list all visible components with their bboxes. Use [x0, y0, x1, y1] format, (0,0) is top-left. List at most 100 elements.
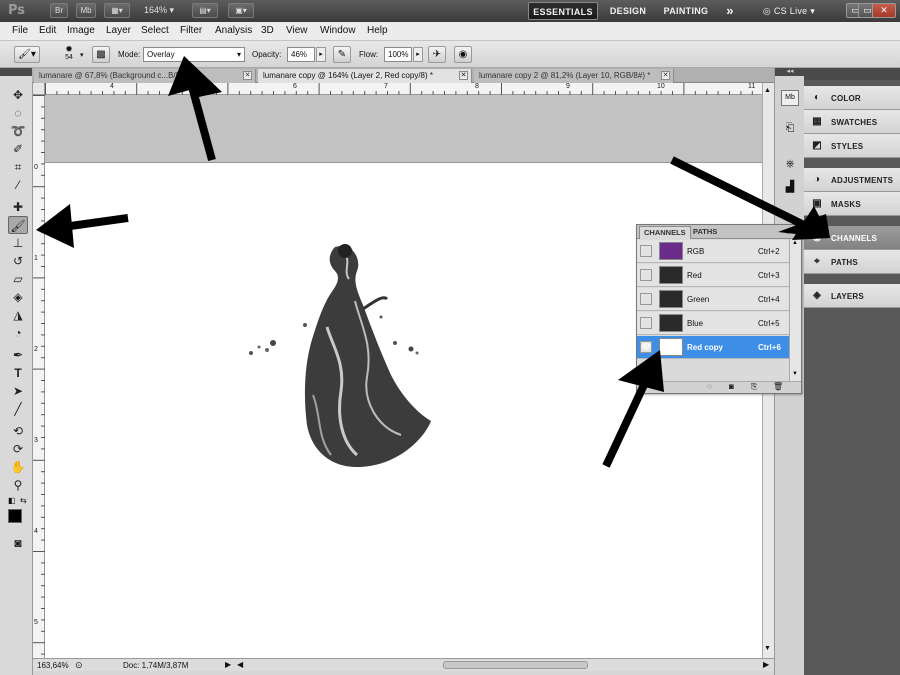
line-tool-icon[interactable]: ╱ — [8, 400, 28, 418]
menu-image[interactable]: Image — [67, 25, 95, 36]
channel-row-green[interactable]: Green Ctrl+4 — [637, 288, 789, 311]
horizontal-ruler[interactable]: 4 5 6 7 8 9 10 11 — [45, 83, 762, 95]
menu-view[interactable]: View — [286, 25, 308, 36]
status-zoom[interactable]: 163,64% — [37, 661, 69, 670]
channel-row-rgb[interactable]: RGB Ctrl+2 — [637, 240, 789, 263]
path-selection-tool-icon[interactable]: ➤ — [8, 382, 28, 400]
tab-paths[interactable]: PATHS — [689, 226, 721, 239]
3d-orbit-tool-icon[interactable]: ⟳ — [8, 440, 28, 458]
dock-styles[interactable]: ◩ STYLES — [804, 134, 900, 158]
delete-channel-icon[interactable]: 🗑 — [773, 382, 783, 391]
scroll-up-icon[interactable]: ▲ — [764, 87, 771, 94]
paint-bucket-tool-icon[interactable]: ◈ — [8, 288, 28, 306]
zoom-tool-icon[interactable]: ⚲ — [8, 476, 28, 494]
view-extras-button[interactable]: ▦▾ — [104, 3, 130, 18]
scroll-left-icon[interactable]: ◀ — [237, 660, 243, 669]
brush-tool-icon[interactable]: 🖌 — [8, 216, 28, 234]
foreground-color-swatch[interactable] — [8, 509, 22, 523]
channel-row-blue[interactable]: Blue Ctrl+5 — [637, 312, 789, 335]
eye-icon[interactable]: 👁 — [640, 341, 652, 353]
load-selection-icon[interactable]: ◌ — [707, 382, 712, 391]
menu-analysis[interactable]: Analysis — [215, 25, 252, 36]
hand-tool-icon[interactable]: ✋ — [8, 458, 28, 476]
vertical-ruler[interactable]: 0 1 2 3 4 5 — [33, 95, 45, 658]
eraser-tool-icon[interactable]: ▱ — [8, 270, 28, 288]
brush-picker-arrow-icon[interactable]: ▾ — [80, 51, 84, 59]
scroll-up-icon[interactable]: ▲ — [792, 240, 798, 246]
visibility-toggle[interactable] — [640, 317, 652, 329]
dock-adjustments[interactable]: ◑ ADJUSTMENTS — [804, 168, 900, 192]
histogram-panel-icon[interactable]: ▟ — [781, 180, 799, 196]
dock-header[interactable] — [804, 68, 900, 80]
quick-mask-icon[interactable]: ◙ — [8, 534, 28, 552]
opacity-field[interactable]: 46% — [287, 47, 315, 62]
airbrush-icon[interactable]: ✈ — [428, 46, 446, 63]
channel-row-red-copy[interactable]: 👁 Red copy Ctrl+6 — [637, 336, 789, 359]
default-colors-icon[interactable]: ◧ — [8, 496, 16, 505]
arrange-documents-button[interactable]: ▤▾ — [192, 3, 218, 18]
more-workspaces-button[interactable]: » — [720, 2, 740, 20]
history-panel-icon[interactable]: ⎗ — [781, 122, 799, 138]
dock-swatches[interactable]: ▦ SWATCHES — [804, 110, 900, 134]
tool-preset-picker[interactable]: 🖌▾ — [14, 46, 40, 63]
scroll-down-icon[interactable]: ▼ — [764, 645, 771, 652]
mini-bridge-button[interactable]: Mb — [76, 3, 96, 18]
blend-mode-select[interactable]: Overlay ▾ — [143, 47, 245, 62]
type-tool-icon[interactable]: T — [8, 364, 28, 382]
move-tool-icon[interactable]: ✥ — [8, 86, 28, 104]
tab-document-3[interactable]: lumanare copy 2 @ 81,2% (Layer 10, RGB/8… — [474, 69, 674, 83]
scroll-right-icon[interactable]: ▶ — [763, 660, 769, 669]
tab-channels[interactable]: CHANNELS — [639, 226, 691, 239]
dock-channels[interactable]: ◉ CHANNELS — [804, 226, 900, 250]
close-tab-icon[interactable]: ✕ — [243, 71, 252, 80]
channel-row-red[interactable]: Red Ctrl+3 — [637, 264, 789, 287]
bridge-button[interactable]: Br — [50, 3, 68, 18]
brush-preset-picker[interactable]: ✹ 54 — [58, 44, 80, 66]
horizontal-scroll-thumb[interactable] — [443, 661, 588, 669]
quick-selection-tool-icon[interactable]: ✐ — [8, 140, 28, 158]
status-menu-arrow-icon[interactable]: ▶ — [225, 660, 231, 669]
crop-tool-icon[interactable]: ⌗ — [8, 158, 28, 176]
tab-document-1[interactable]: lumanare @ 67,8% (Background c...B/8#) *… — [34, 69, 256, 83]
history-brush-tool-icon[interactable]: ↺ — [8, 252, 28, 270]
brush-panel-toggle-icon[interactable]: ▩ — [92, 46, 110, 63]
blur-tool-icon[interactable]: ◮ — [8, 306, 28, 324]
dodge-tool-icon[interactable]: ◔ — [8, 324, 28, 342]
scroll-down-icon[interactable]: ▼ — [792, 371, 798, 377]
menu-3d[interactable]: 3D — [261, 25, 274, 36]
new-channel-icon[interactable]: ⎘ — [751, 382, 757, 392]
panel-menu-icon[interactable]: ▸≡ — [787, 227, 796, 236]
menu-help[interactable]: Help — [367, 25, 388, 36]
channels-scrollbar[interactable]: ▲ ▼ — [789, 239, 801, 381]
menu-select[interactable]: Select — [141, 25, 169, 36]
workspace-design[interactable]: DESIGN — [604, 2, 652, 20]
3d-rotate-tool-icon[interactable]: ⟲ — [8, 422, 28, 440]
opacity-slider-toggle[interactable]: ▸ — [316, 47, 326, 62]
screen-mode-button[interactable]: ▣▾ — [228, 3, 254, 18]
marquee-tool-icon[interactable]: ◌ — [8, 104, 28, 122]
visibility-toggle[interactable] — [640, 245, 652, 257]
status-toggle-icon[interactable]: ⊙ — [75, 660, 83, 671]
swap-colors-icon[interactable]: ⇆ — [20, 496, 27, 505]
dock-layers[interactable]: ◈ LAYERS — [804, 284, 900, 308]
ruler-origin[interactable] — [33, 83, 45, 95]
visibility-toggle[interactable] — [640, 293, 652, 305]
eyedropper-tool-icon[interactable]: ⁄ — [8, 176, 28, 194]
dock-paths[interactable]: ⌖ PATHS — [804, 250, 900, 274]
lasso-tool-icon[interactable]: ➰ — [8, 122, 28, 140]
cs-live-button[interactable]: ◎ CS Live ▾ — [758, 2, 820, 20]
menu-edit[interactable]: Edit — [39, 25, 56, 36]
mini-bridge-panel-icon[interactable]: Mb — [781, 90, 799, 106]
dock-color[interactable]: ◐ COLOR — [804, 86, 900, 110]
dock-masks[interactable]: ▣ MASKS — [804, 192, 900, 216]
save-selection-icon[interactable]: ◙ — [729, 382, 734, 391]
close-window-button[interactable]: ✕ — [872, 3, 896, 18]
close-tab-icon[interactable]: ✕ — [661, 71, 670, 80]
workspace-painting[interactable]: PAINTING — [658, 2, 714, 20]
pen-tool-icon[interactable]: ✒ — [8, 346, 28, 364]
visibility-toggle[interactable] — [640, 269, 652, 281]
zoom-level[interactable]: 164% ▾ — [144, 5, 174, 16]
tablet-size-pressure-icon[interactable]: ◉ — [454, 46, 472, 63]
clone-stamp-tool-icon[interactable]: ⊥ — [8, 234, 28, 252]
flow-slider-toggle[interactable]: ▸ — [413, 47, 423, 62]
